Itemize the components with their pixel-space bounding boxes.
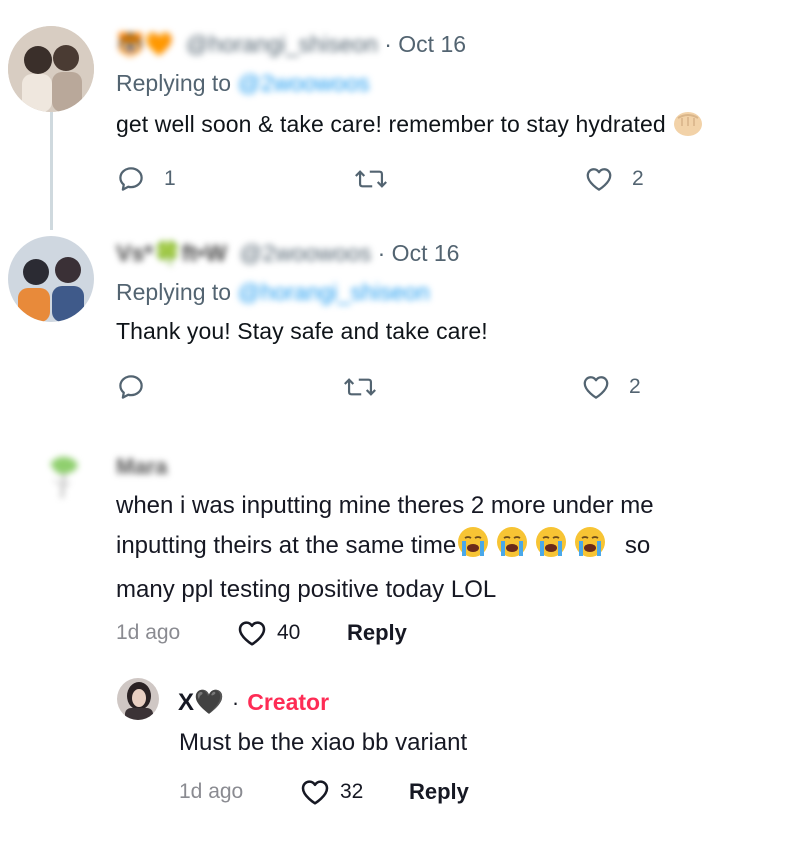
avatar[interactable] — [8, 26, 94, 112]
reply-button[interactable]: 1 — [116, 164, 176, 194]
heart-icon — [586, 168, 612, 191]
like-button[interactable]: 32 — [298, 776, 363, 808]
replying-to-label: Replying to — [116, 70, 232, 96]
reply-time: 1d ago — [179, 780, 244, 803]
reply-count: 1 — [164, 167, 176, 190]
handle[interactable]: @2woowoos — [239, 240, 371, 266]
retweet-icon — [355, 170, 387, 188]
avatar[interactable] — [8, 236, 94, 322]
replying-to-handle[interactable]: @2woowoos — [237, 70, 369, 96]
avatar[interactable] — [36, 446, 98, 508]
avatar[interactable] — [117, 678, 159, 720]
reply-button[interactable]: Reply — [347, 620, 407, 646]
tweet-text: get well soon & take care! remember to s… — [116, 111, 666, 137]
retweet-button[interactable] — [354, 164, 388, 199]
like-button[interactable]: 2 — [584, 164, 644, 194]
like-button[interactable]: 40 — [235, 617, 300, 649]
heart-icon — [301, 780, 329, 805]
comment-text-line-2-suffix: so — [624, 532, 651, 559]
comment-time: 1d ago — [116, 621, 181, 644]
display-name[interactable]: 🐯🧡 — [116, 31, 173, 57]
raised-fist-emoji-icon — [672, 108, 704, 144]
tweet-date[interactable]: · Oct 16 — [378, 240, 460, 266]
avatar-photo — [8, 236, 94, 322]
heart-icon — [583, 376, 609, 399]
comment-text-line-3: many ppl testing positive today LOL — [116, 576, 497, 603]
reply-icon — [119, 167, 143, 191]
replying-to-label: Replying to — [116, 279, 232, 305]
avatar-photo — [36, 446, 98, 508]
reply-button[interactable] — [116, 372, 146, 407]
separator-dot: · — [231, 689, 240, 715]
heart-icon — [238, 621, 266, 646]
tweet-date[interactable]: · Oct 16 — [384, 31, 466, 57]
like-count: 40 — [277, 621, 301, 644]
like-count: 2 — [632, 167, 644, 190]
crying-face-emoji-icon — [456, 525, 612, 571]
like-count: 2 — [629, 375, 641, 398]
comment-username[interactable]: Mara — [116, 454, 167, 480]
reply-username[interactable]: X🖤 — [178, 688, 224, 717]
reply-icon — [119, 375, 143, 399]
like-button[interactable]: 2 — [581, 372, 641, 402]
like-count: 32 — [340, 780, 364, 803]
creator-badge: Creator — [247, 689, 330, 715]
avatar-photo — [8, 26, 94, 112]
retweet-icon — [344, 378, 376, 396]
handle[interactable]: @horangi_shiseon — [186, 31, 378, 57]
tweet-text: Thank you! Stay safe and take care! — [116, 318, 488, 344]
reply-button[interactable]: Reply — [409, 779, 469, 805]
avatar-photo — [117, 678, 159, 720]
comment-text-line-1: when i was inputting mine theres 2 more … — [116, 492, 654, 519]
retweet-button[interactable] — [343, 372, 377, 407]
display-name[interactable]: Vs*🍀ft•W — [116, 240, 227, 266]
comment-text-line-2: inputting theirs at the same time — [116, 532, 457, 559]
thread-line — [50, 112, 53, 230]
replying-to-handle[interactable]: @horangi_shiseon — [237, 279, 429, 305]
reply-text: Must be the xiao bb variant — [179, 729, 468, 756]
